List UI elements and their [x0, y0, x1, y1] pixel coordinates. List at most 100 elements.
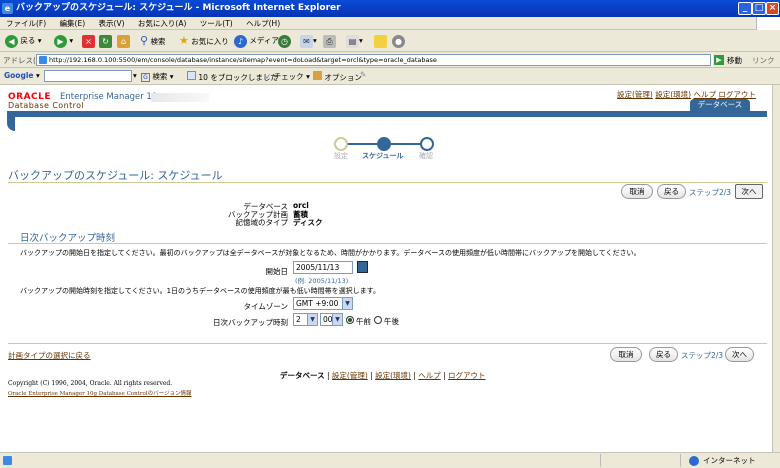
search-button[interactable]: ⚲ 検索 [140, 33, 165, 49]
search-icon: ⚲ [140, 34, 149, 47]
help-link[interactable]: ヘルプ [694, 90, 717, 99]
dropdown-arrow-icon: ▼ [342, 298, 352, 309]
edit-icon: ▤ [346, 34, 359, 48]
version-link[interactable]: Oracle Enterprise Manager 10g Database C… [8, 389, 191, 397]
back-button[interactable]: ◀ 戻る ▾ [5, 33, 42, 49]
menu-edit[interactable]: 編集(E) [60, 19, 86, 28]
zone-label: インターネット [703, 456, 756, 465]
ie-window: e バックアップのスケジュール: スケジュール - Microsoft Inte… [0, 0, 780, 468]
logout-link[interactable]: ログアウト [718, 90, 756, 99]
address-input[interactable]: http://192.168.0.100:5500/em/console/dat… [36, 54, 711, 66]
menu-tools[interactable]: ツール(T) [200, 19, 233, 28]
edit-button[interactable]: ▤ ▾ [346, 33, 363, 49]
pm-radio[interactable] [374, 316, 382, 324]
menu-file[interactable]: ファイル(F) [6, 19, 46, 28]
header-curve [7, 117, 15, 131]
go-arrow-icon[interactable]: ▶ [714, 55, 724, 65]
status-divider [680, 454, 681, 467]
history-icon: ◷ [278, 34, 291, 48]
google-dropdown-icon[interactable]: ▾ [133, 71, 137, 80]
timezone-label: タイムゾーン [243, 302, 288, 311]
mail-button[interactable]: ✉ ▾ [300, 33, 317, 49]
vertical-scrollbar[interactable] [772, 85, 780, 452]
header-graphic [151, 93, 209, 102]
dropdown-arrow-icon: ▼ [332, 314, 342, 325]
pm-label: 午後 [384, 317, 399, 326]
forward-button[interactable]: ▶ ▾ [54, 33, 73, 49]
train-step-2-icon [377, 137, 391, 151]
next-button-top[interactable]: 次へ [735, 184, 763, 199]
page-content: ORACLE Enterprise Manager 10g Database C… [0, 85, 772, 452]
return-plan-link[interactable]: 計画タイプの選択に戻る [8, 350, 91, 361]
refresh-button[interactable]: ↻ [99, 33, 112, 49]
train-step-3-label: 確認 [419, 152, 433, 160]
status-bar: インターネット [0, 452, 780, 468]
timezone-select[interactable]: GMT +9:00 ▼ [293, 297, 353, 310]
minimize-button[interactable]: _ [738, 2, 752, 15]
media-icon: ♪ [234, 34, 247, 48]
window-title: バックアップのスケジュール: スケジュール - Microsoft Intern… [16, 3, 341, 13]
time-description: バックアップの開始時刻を指定してください。1日のうちデータベースの使用頻度が最も… [20, 287, 380, 295]
section-divider [8, 243, 767, 244]
windows-logo-icon [756, 17, 780, 30]
options-button[interactable]: オプション [313, 71, 362, 83]
close-button[interactable]: × [766, 2, 779, 15]
train-step-1-label: 設定 [334, 152, 348, 160]
menu-favorites[interactable]: お気に入り(A) [138, 19, 186, 28]
page-status-icon [3, 456, 12, 465]
start-date-input[interactable]: 2005/11/13 [293, 261, 353, 274]
setup-admin-link[interactable]: 設定(管理) [617, 90, 653, 99]
folder-button[interactable] [374, 33, 387, 49]
google-search-input[interactable] [44, 70, 132, 82]
messenger-button[interactable]: ● [392, 33, 405, 49]
spell-check-button[interactable]: ✓ チェック ▾ [265, 71, 310, 82]
page-icon [39, 56, 47, 64]
menu-help[interactable]: ヘルプ(H) [246, 19, 280, 28]
globe-icon [689, 456, 699, 466]
step-indicator-bottom: ステップ2/3 [681, 351, 724, 360]
favorites-button[interactable]: ★ お気に入り [179, 33, 229, 49]
copyright: Copyright (C) 1996, 2004, Oracle. All ri… [8, 380, 173, 387]
bottom-divider [8, 343, 767, 344]
cancel-button-top[interactable]: 取消 [621, 184, 653, 199]
links-label[interactable]: リンク [752, 55, 775, 66]
stop-button[interactable]: × [82, 33, 95, 49]
maximize-button[interactable]: □ [752, 2, 766, 15]
home-button[interactable]: ⌂ [117, 33, 130, 49]
google-toolbar: Google ▾ ▾ G 検索 ▾ 10 をブロックしました ✓ チェック ▾ … [0, 68, 780, 85]
footer-setup-admin-link[interactable]: 設定(管理) [332, 371, 368, 380]
db-control-label: Database Control [8, 101, 85, 110]
options-icon [313, 71, 322, 80]
google-logo[interactable]: Google [4, 71, 34, 80]
minute-select[interactable]: 00 ▼ [320, 313, 343, 326]
back-button-top[interactable]: 戻る [657, 184, 686, 199]
check-icon: ✓ [265, 72, 272, 81]
refresh-icon: ↻ [99, 34, 112, 48]
start-date-example: (例: 2005/11/13) [295, 277, 349, 285]
pen-icon[interactable]: ✎ [360, 70, 366, 79]
cancel-button-bottom[interactable]: 取消 [610, 347, 642, 362]
google-search-button[interactable]: G 検索 ▾ [141, 71, 174, 82]
menu-view[interactable]: 表示(V) [99, 19, 125, 28]
google-menu-arrow-icon[interactable]: ▾ [36, 71, 40, 80]
footer-setup-prefs-link[interactable]: 設定(環境) [375, 371, 411, 380]
page-title: バックアップのスケジュール: スケジュール [8, 169, 223, 182]
setup-prefs-link[interactable]: 設定(環境) [655, 90, 691, 99]
hour-select[interactable]: 2 ▼ [293, 313, 318, 326]
history-button[interactable]: ◷ [278, 33, 291, 49]
dropdown-arrow-icon: ▼ [307, 314, 317, 325]
address-dropdown[interactable] [711, 54, 713, 66]
footer-logout-link[interactable]: ログアウト [448, 371, 486, 380]
footer-help-link[interactable]: ヘルプ [418, 371, 441, 380]
go-button[interactable]: 移動 [727, 55, 742, 66]
star-icon: ★ [179, 34, 189, 47]
footer-database: データベース [280, 371, 325, 380]
tab-database[interactable]: データベース [690, 99, 750, 111]
print-button[interactable]: ⎙ [323, 33, 336, 49]
next-button-bottom[interactable]: 次へ [725, 347, 754, 362]
calendar-icon[interactable] [357, 261, 368, 273]
media-button[interactable]: ♪ メディア [234, 33, 279, 49]
back-arrow-icon: ◀ [5, 34, 18, 48]
am-radio[interactable] [346, 316, 354, 324]
back-button-bottom[interactable]: 戻る [649, 347, 678, 362]
